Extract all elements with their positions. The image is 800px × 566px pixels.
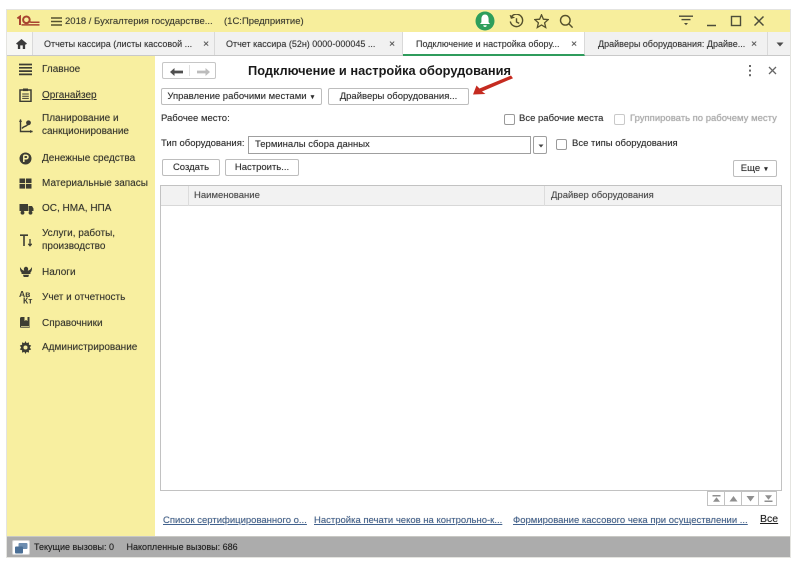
svg-text:Кт: Кт	[23, 296, 32, 305]
